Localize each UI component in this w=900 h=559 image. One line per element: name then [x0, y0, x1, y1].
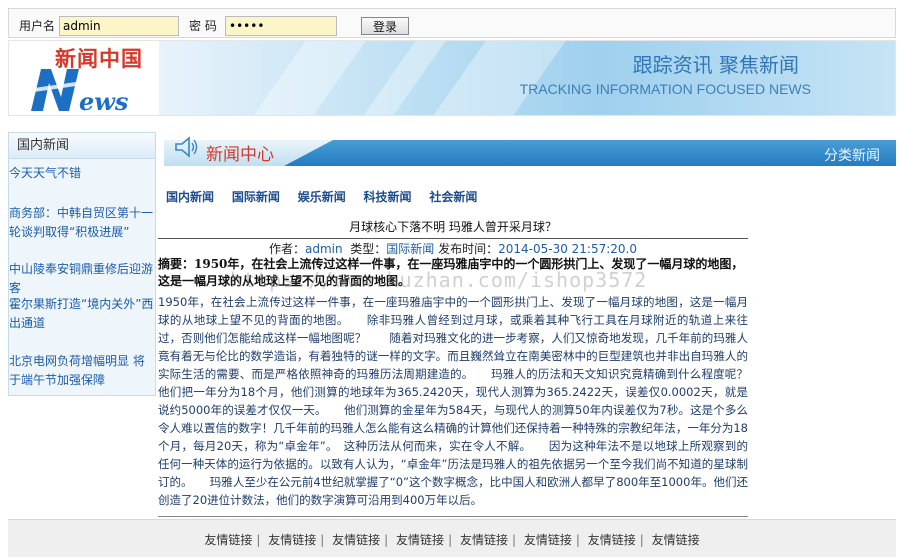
speaker-icon: [175, 136, 198, 158]
sidebar-news-item[interactable]: 霍尔果斯打造“境内关外”西出通道: [9, 295, 155, 333]
friend-link[interactable]: 友情链接: [396, 533, 444, 547]
site-banner: 新闻中国 ews 跟踪资讯 聚焦新闻 TRACKING INFORMATION …: [8, 40, 896, 116]
logo-n-icon: [27, 69, 83, 111]
type-label: 类型：: [350, 242, 387, 256]
sidebar-news-item[interactable]: 今天天气不错: [9, 164, 155, 183]
time-label: 发布时间：: [438, 242, 499, 256]
friend-link[interactable]: 友情链接: [524, 533, 572, 547]
article-abstract: 摘要：1950年，在社会上流传过这样一件事，在一座玛雅庙宇中的一个圆形拱门上、发…: [158, 257, 744, 288]
username-label: 用户名: [19, 19, 56, 33]
category-link-entertainment[interactable]: 娱乐新闻: [298, 188, 346, 205]
category-link-domestic[interactable]: 国内新闻: [166, 188, 214, 205]
article-body: 1950年，在社会上流传过这样一件事，在一座玛雅庙宇中的一个圆形拱门上、发现了一…: [158, 295, 748, 507]
password-input[interactable]: [225, 16, 337, 36]
username-input[interactable]: [59, 16, 179, 36]
author-value: admin: [304, 242, 343, 256]
category-news-link[interactable]: 分类新闻: [824, 145, 880, 165]
friend-link[interactable]: 友情链接: [332, 533, 380, 547]
banner-image: 跟踪资讯 聚焦新闻 TRACKING INFORMATION FOCUSED N…: [159, 41, 895, 115]
sidebar-title: 国内新闻: [9, 133, 155, 159]
category-nav: 国内新闻 国际新闻 娱乐新闻 科技新闻 社会新闻: [166, 188, 491, 205]
type-value[interactable]: 国际新闻: [386, 242, 434, 256]
friend-link[interactable]: 友情链接: [204, 533, 252, 547]
login-bar: 用户名 密 码 登录: [8, 8, 896, 38]
news-center-header: 新闻中心 分类新闻: [164, 132, 896, 166]
friend-link[interactable]: 友情链接: [460, 533, 508, 547]
footer-links: 友情链接 | 友情链接 | 友情链接 | 友情链接 | 友情链接 | 友情链接 | 友情链接…: [8, 519, 896, 557]
password-label: 密 码: [189, 19, 217, 33]
category-link-technology[interactable]: 科技新闻: [364, 188, 412, 205]
sidebar-news-item[interactable]: 商务部：中韩自贸区第十一轮谈判取得“积极进展”: [9, 204, 155, 242]
friend-link[interactable]: 友情链接: [268, 533, 316, 547]
sidebar-news-item[interactable]: 中山陵奉安铜鼎重修后迎游客: [9, 260, 155, 298]
category-link-society[interactable]: 社会新闻: [429, 188, 477, 205]
friend-link[interactable]: 友情链接: [588, 533, 636, 547]
article-divider: [158, 516, 748, 517]
sidebar-domestic-news: 国内新闻 今天天气不错 商务部：中韩自贸区第十一轮谈判取得“积极进展” 中山陵奉…: [8, 132, 156, 396]
article-title: 月球核心下落不明 玛雅人曾开采月球？: [349, 220, 557, 234]
site-logo[interactable]: 新闻中国 ews: [15, 41, 161, 116]
news-center-title: 新闻中心: [206, 145, 274, 165]
logo-text-en: ews: [79, 87, 129, 116]
login-button[interactable]: 登录: [361, 17, 409, 35]
category-link-international[interactable]: 国际新闻: [232, 188, 280, 205]
time-value: 2014-05-30 21:57:20.0: [498, 242, 638, 256]
author-label: 作者：: [268, 242, 305, 256]
banner-slogan: 跟踪资讯 聚焦新闻: [632, 53, 799, 77]
sidebar-news-item[interactable]: 北京电网负荷增幅明显 将于端午节加强保障: [9, 352, 155, 390]
banner-slogan-en: TRACKING INFORMATION FOCUSED NEWS: [519, 81, 811, 97]
article-meta: 作者：admin 类型：国际新闻 发布时间：2014-05-30 21:57:2…: [158, 238, 748, 257]
friend-link[interactable]: 友情链接: [652, 533, 700, 547]
